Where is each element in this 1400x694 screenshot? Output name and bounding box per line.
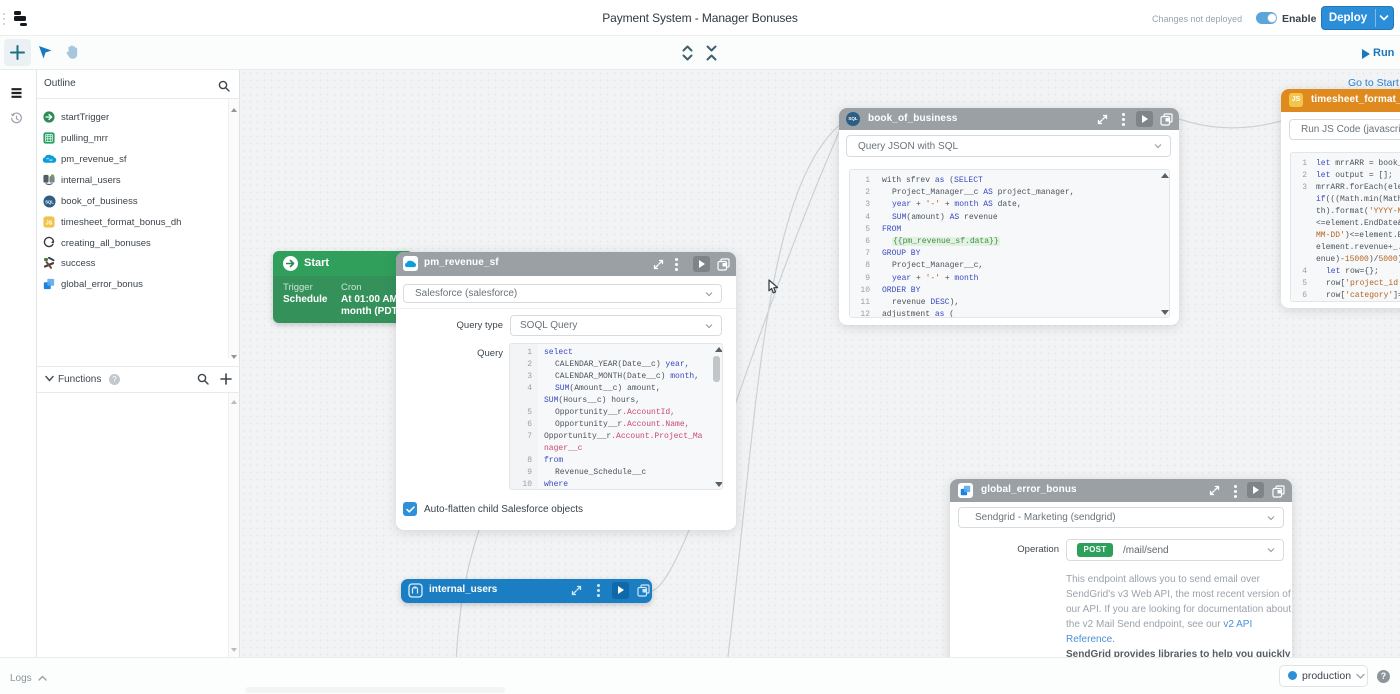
svg-text:SQL: SQL xyxy=(45,199,54,204)
svg-text:JS: JS xyxy=(46,220,53,226)
